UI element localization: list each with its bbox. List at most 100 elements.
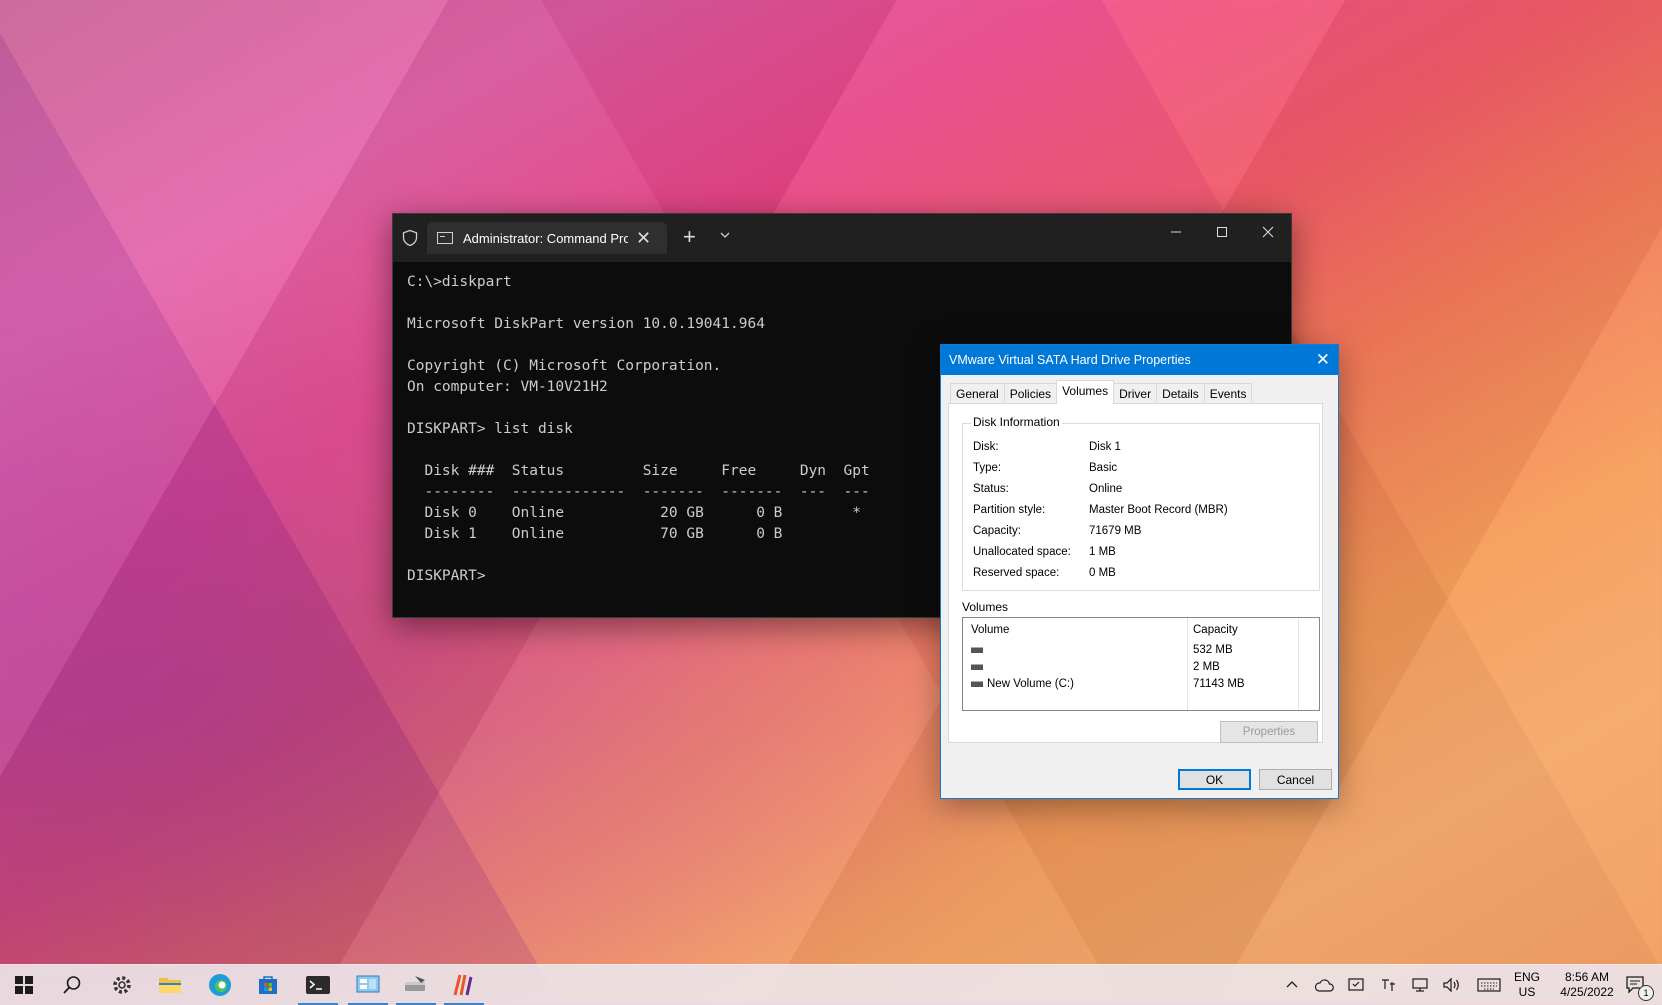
taskbar-clock[interactable]: 8:56 AM 4/25/2022 bbox=[1553, 965, 1621, 1005]
search-icon bbox=[63, 976, 81, 994]
cancel-button[interactable]: Cancel bbox=[1259, 769, 1332, 790]
chevron-up-icon bbox=[1286, 981, 1298, 988]
keyboard-icon bbox=[1477, 978, 1501, 992]
start-icon bbox=[15, 976, 33, 994]
paint-app-icon bbox=[453, 974, 473, 996]
tab-command-prompt[interactable]: Administrator: Command Pror ✕ bbox=[427, 222, 667, 254]
info-value-partition-style: Master Boot Record (MBR) bbox=[1089, 504, 1228, 516]
list-item[interactable]: 2 MB bbox=[963, 659, 1319, 676]
terminal-icon bbox=[306, 976, 330, 994]
drive-icon bbox=[971, 664, 983, 670]
volumes-list[interactable]: Volume Capacity 532 MB 2 MB New Volume (… bbox=[962, 617, 1320, 711]
column-header-capacity[interactable]: Capacity bbox=[1193, 624, 1238, 636]
dialog-tabs: General Policies Volumes Driver Details … bbox=[950, 380, 1253, 404]
taskbar-store[interactable] bbox=[244, 965, 292, 1005]
edge-icon bbox=[209, 974, 231, 996]
clock-date: 4/25/2022 bbox=[1560, 985, 1614, 999]
minimize-icon[interactable] bbox=[1153, 214, 1199, 250]
notification-badge: 1 bbox=[1638, 985, 1654, 1001]
action-center-button[interactable]: 1 bbox=[1618, 965, 1654, 1005]
volume-capacity: 71143 MB bbox=[1193, 678, 1245, 690]
tab-close-icon[interactable]: ✕ bbox=[636, 229, 651, 247]
info-label-capacity: Capacity: bbox=[973, 525, 1021, 537]
info-value-status: Online bbox=[1089, 483, 1123, 495]
volume-capacity: 2 MB bbox=[1193, 661, 1220, 673]
taskbar-disk-tool[interactable] bbox=[392, 965, 440, 1005]
tray-touch-keyboard[interactable] bbox=[1474, 965, 1504, 1005]
command-prompt-icon bbox=[437, 232, 453, 244]
tab-volumes[interactable]: Volumes bbox=[1056, 380, 1115, 404]
tab-details[interactable]: Details bbox=[1156, 383, 1205, 404]
start-button[interactable] bbox=[0, 965, 48, 1005]
tray-volume[interactable] bbox=[1438, 965, 1466, 1005]
store-icon bbox=[259, 976, 277, 994]
taskbar-edge[interactable] bbox=[196, 965, 244, 1005]
settings-icon bbox=[113, 976, 131, 994]
terminal-line: C:\>diskpart bbox=[407, 274, 512, 290]
terminal-titlebar[interactable]: Administrator: Command Pror ✕ + bbox=[393, 214, 1291, 262]
taskbar: ENG US 8:56 AM 4/25/2022 1 bbox=[0, 964, 1662, 1005]
volumes-panel: Disk Information Disk: Disk 1 Type: Basi… bbox=[948, 403, 1323, 743]
clock-time: 8:56 AM bbox=[1564, 970, 1610, 984]
tray-security[interactable] bbox=[1342, 965, 1370, 1005]
info-label-disk: Disk: bbox=[973, 441, 999, 453]
drive-icon bbox=[971, 647, 983, 653]
cloud-icon bbox=[1314, 979, 1334, 992]
list-item[interactable]: New Volume (C:) 71143 MB bbox=[963, 676, 1319, 693]
info-label-type: Type: bbox=[973, 462, 1002, 474]
properties-dialog[interactable]: VMware Virtual SATA Hard Drive Propertie… bbox=[940, 344, 1339, 799]
control-panel-icon bbox=[356, 975, 380, 993]
properties-button[interactable]: Properties bbox=[1220, 721, 1318, 743]
new-tab-icon[interactable]: + bbox=[683, 224, 696, 250]
language-indicator[interactable]: ENG US bbox=[1508, 965, 1546, 1005]
taskbar-control-panel[interactable] bbox=[344, 965, 392, 1005]
show-hidden-icons[interactable] bbox=[1280, 965, 1304, 1005]
tray-network[interactable] bbox=[1406, 965, 1434, 1005]
info-label-partition-style: Partition style: bbox=[973, 504, 1046, 516]
dialog-close-icon[interactable]: ✕ bbox=[1316, 350, 1330, 370]
tab-driver[interactable]: Driver bbox=[1113, 383, 1158, 404]
tab-title: Administrator: Command Pror bbox=[463, 230, 628, 246]
info-label-reserved: Reserved space: bbox=[973, 567, 1060, 579]
info-value-reserved: 0 MB bbox=[1089, 567, 1116, 579]
info-value-capacity: 71679 MB bbox=[1089, 525, 1142, 537]
taskbar-settings[interactable] bbox=[98, 965, 146, 1005]
network-icon bbox=[1412, 978, 1428, 992]
close-icon[interactable] bbox=[1245, 214, 1291, 250]
maximize-icon[interactable] bbox=[1199, 214, 1245, 250]
info-label-status: Status: bbox=[973, 483, 1009, 495]
tab-events[interactable]: Events bbox=[1203, 383, 1253, 404]
taskbar-file-explorer[interactable] bbox=[146, 965, 194, 1005]
shield-icon bbox=[402, 229, 418, 247]
disk-tool-icon bbox=[405, 976, 425, 991]
group-label: Disk Information bbox=[971, 415, 1062, 429]
ime-icon bbox=[1382, 979, 1395, 991]
tab-general[interactable]: General bbox=[950, 383, 1005, 404]
info-value-unallocated: 1 MB bbox=[1089, 546, 1116, 558]
disk-information-group: Disk Information Disk: Disk 1 Type: Basi… bbox=[962, 415, 1320, 591]
list-item[interactable]: 532 MB bbox=[963, 642, 1319, 659]
volumes-label: Volumes bbox=[962, 600, 1009, 614]
speaker-icon bbox=[1443, 977, 1459, 993]
volume-capacity: 532 MB bbox=[1193, 644, 1233, 656]
tray-ime[interactable] bbox=[1374, 965, 1402, 1005]
search-button[interactable] bbox=[48, 965, 96, 1005]
info-label-unallocated: Unallocated space: bbox=[973, 546, 1071, 558]
column-header-volume[interactable]: Volume bbox=[971, 624, 1009, 636]
dialog-title: VMware Virtual SATA Hard Drive Propertie… bbox=[949, 353, 1191, 367]
info-value-type: Basic bbox=[1089, 462, 1118, 474]
file-explorer-icon bbox=[159, 978, 181, 993]
tray-onedrive[interactable] bbox=[1310, 965, 1338, 1005]
tab-policies[interactable]: Policies bbox=[1003, 383, 1058, 404]
taskbar-paint-app[interactable] bbox=[440, 965, 488, 1005]
ok-button[interactable]: OK bbox=[1178, 769, 1251, 790]
region-code: US bbox=[1518, 985, 1536, 999]
terminal-line: Microsoft DiskPart version 10.0.19041.96… bbox=[407, 316, 765, 332]
volume-name: New Volume (C:) bbox=[987, 678, 1074, 690]
chevron-down-icon[interactable] bbox=[718, 228, 732, 242]
volumes-list-header: Volume Capacity bbox=[963, 618, 1319, 640]
taskbar-terminal[interactable] bbox=[294, 965, 342, 1005]
language-code: ENG bbox=[1513, 970, 1540, 984]
dialog-titlebar[interactable]: VMware Virtual SATA Hard Drive Propertie… bbox=[941, 345, 1338, 375]
